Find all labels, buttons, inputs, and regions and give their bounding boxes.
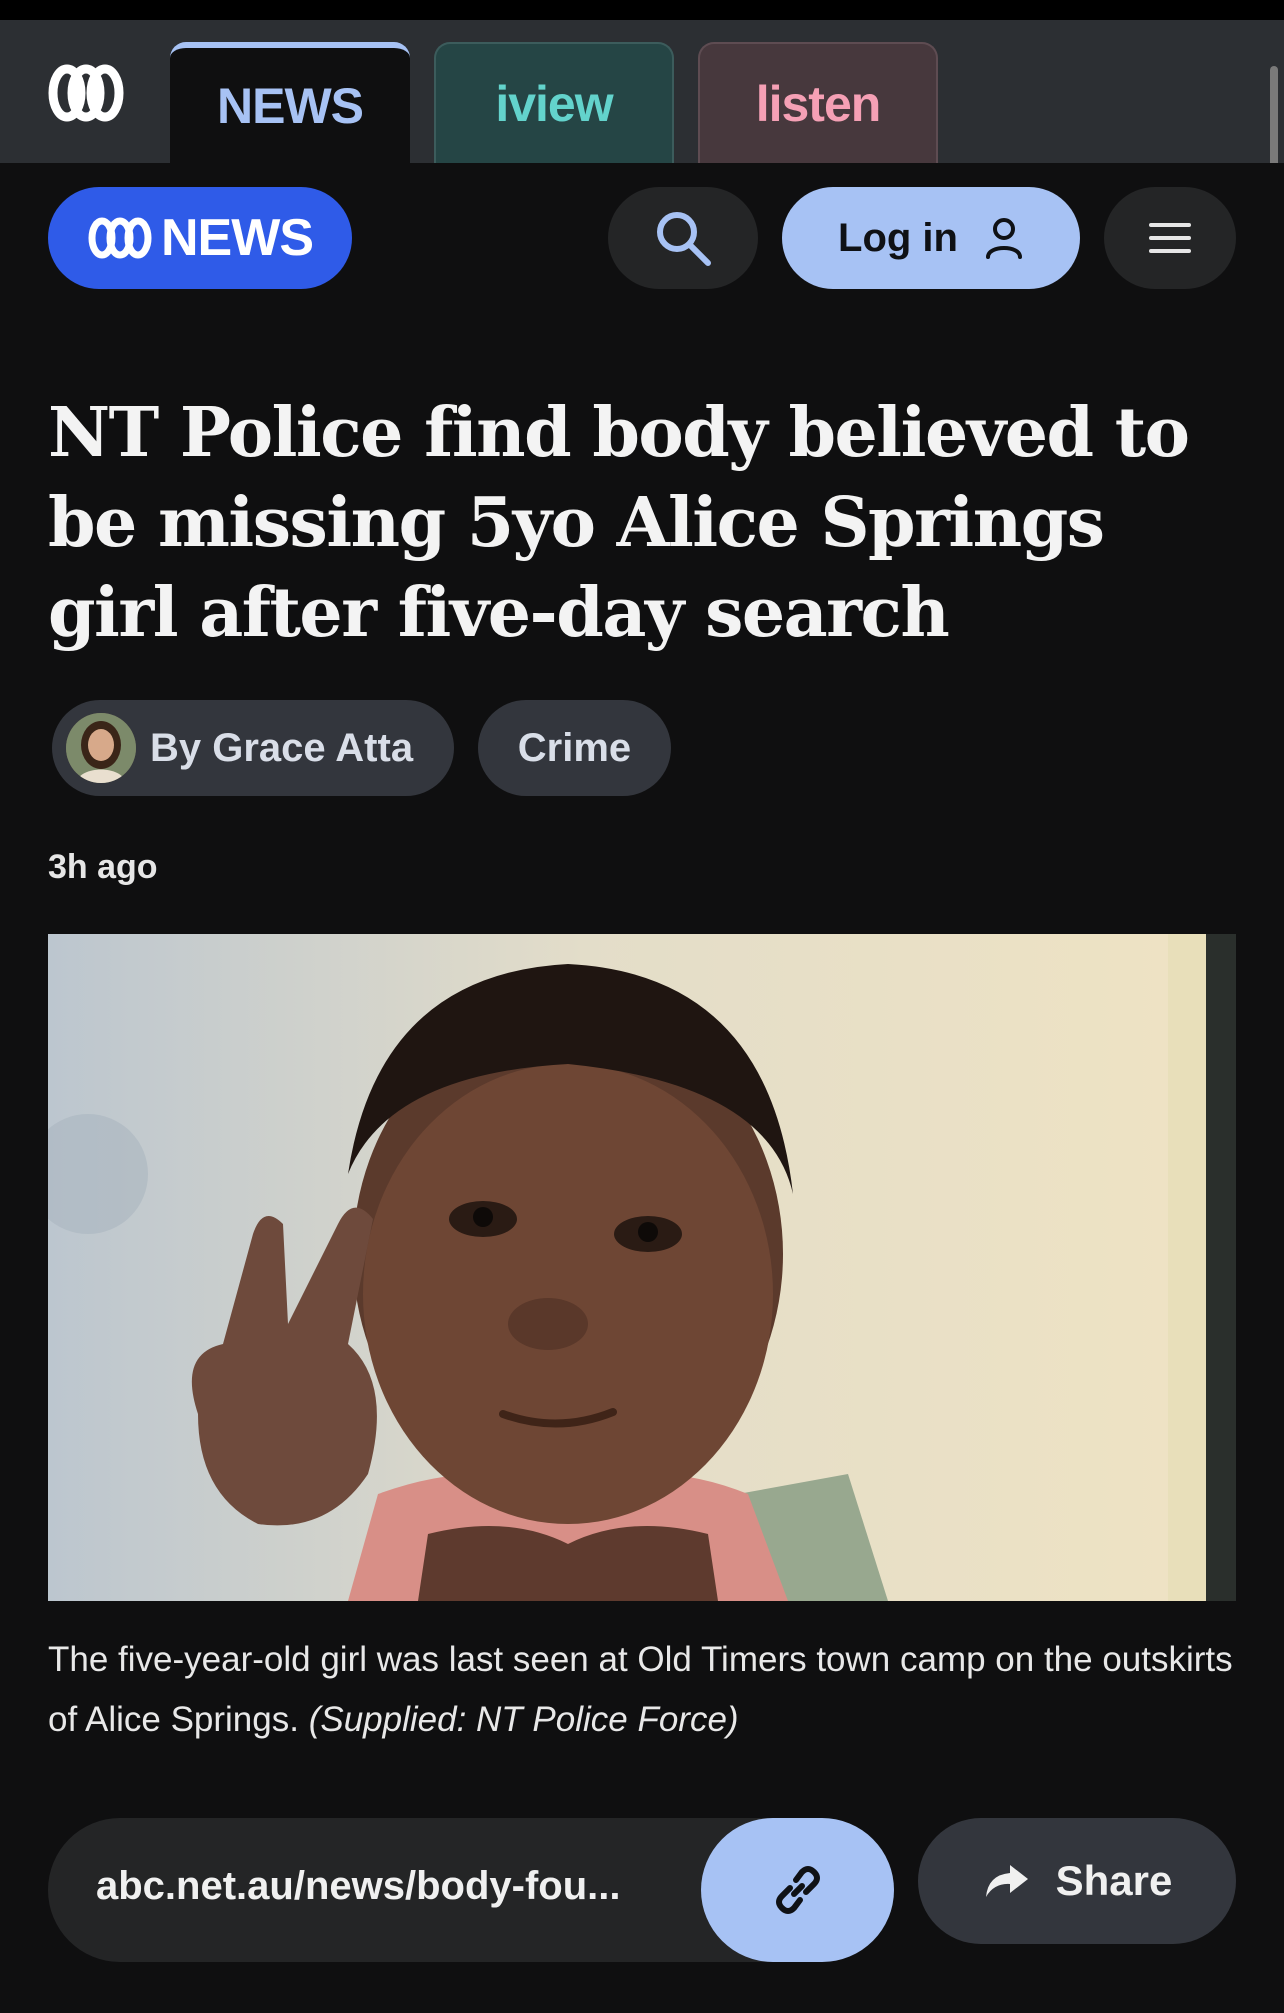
tab-news[interactable]: NEWS bbox=[170, 42, 410, 163]
search-button[interactable] bbox=[608, 187, 758, 289]
user-icon bbox=[985, 218, 1022, 259]
abc-logo-icon[interactable] bbox=[48, 62, 124, 124]
search-icon bbox=[657, 212, 711, 266]
share-label: Share bbox=[1055, 1857, 1173, 1904]
topic-tag[interactable]: Crime bbox=[478, 700, 671, 796]
login-button[interactable]: Log in bbox=[782, 187, 1080, 289]
photo-caption: The five-year-old girl was last seen at … bbox=[48, 1630, 1248, 1750]
tab-news-label: NEWS bbox=[217, 77, 364, 134]
share-button[interactable]: Share bbox=[918, 1818, 1236, 1944]
hero-photo bbox=[48, 934, 1236, 1601]
site-header: NEWS Log in bbox=[0, 163, 1284, 313]
menu-button[interactable] bbox=[1104, 187, 1236, 289]
tab-iview-label: iview bbox=[495, 75, 613, 132]
network-tab-bar: NEWS iview listen bbox=[0, 20, 1284, 228]
photo-credit: (Supplied: NT Police Force) bbox=[308, 1700, 739, 1739]
login-label: Log in bbox=[838, 215, 958, 260]
share-bar: abc.net.au/news/body-fou... Share bbox=[48, 1818, 1236, 1962]
tab-listen[interactable]: listen bbox=[698, 42, 938, 163]
article-headline: NT Police find body believed to be missi… bbox=[48, 393, 1190, 653]
author-avatar bbox=[66, 713, 136, 783]
hamburger-menu-icon bbox=[1149, 223, 1191, 253]
article-url: abc.net.au/news/body-fou... bbox=[96, 1864, 621, 1908]
topic-tag-label: Crime bbox=[517, 725, 632, 770]
link-icon bbox=[775, 1866, 820, 1914]
brand-label: NEWS bbox=[161, 209, 314, 267]
abc-news-home-link[interactable]: NEWS bbox=[48, 187, 352, 289]
author-name: By Grace Atta bbox=[150, 725, 414, 770]
tab-listen-label: listen bbox=[755, 75, 882, 132]
status-strip bbox=[0, 0, 1284, 20]
share-arrow-icon bbox=[985, 1865, 1028, 1897]
author-link[interactable]: By Grace Atta bbox=[52, 700, 454, 796]
abc-news-logo-icon bbox=[88, 217, 152, 259]
article-url-field[interactable]: abc.net.au/news/body-fou... bbox=[48, 1818, 894, 1962]
tab-iview[interactable]: iview bbox=[434, 42, 674, 163]
published-timestamp: 3h ago bbox=[48, 848, 158, 886]
copy-link-button[interactable] bbox=[701, 1818, 894, 1962]
